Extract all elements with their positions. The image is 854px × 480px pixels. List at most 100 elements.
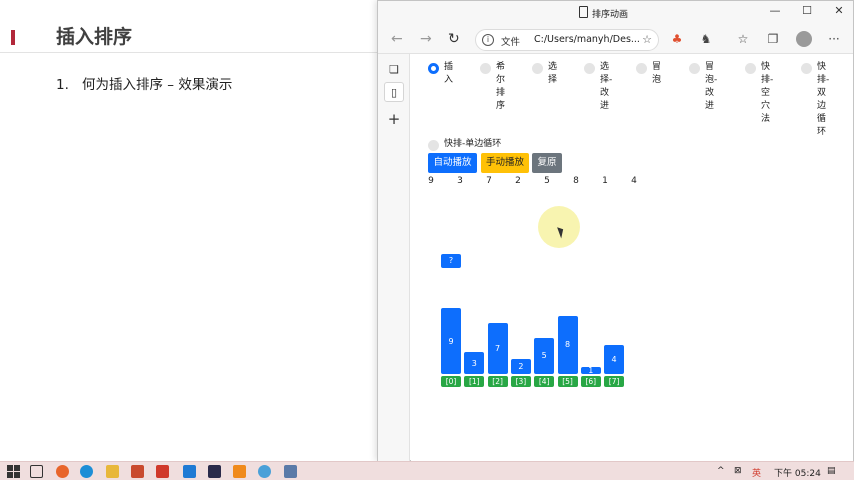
- search-app-icon[interactable]: [258, 465, 271, 478]
- index-label: [1]: [464, 376, 485, 387]
- radio-label: 选择: [548, 62, 558, 85]
- page-content: 插入 希尔排序 选择 选择-改进 冒泡 冒泡-改进 快排-空穴法 快排-双边循环…: [411, 54, 853, 461]
- radio-quick-hole[interactable]: 快排-空穴法: [745, 61, 774, 126]
- vlc-icon[interactable]: [233, 465, 246, 478]
- tray-app-icon[interactable]: ⊠: [734, 466, 742, 476]
- favorite-add-icon[interactable]: ☆: [642, 33, 652, 46]
- index-label: [4]: [534, 376, 555, 387]
- array-value: 2: [515, 176, 521, 186]
- firefox-icon[interactable]: [56, 465, 69, 478]
- radio-selection[interactable]: 选择: [532, 61, 558, 87]
- list-text: 何为插入排序 – 效果演示: [82, 77, 233, 93]
- bar-element: 1: [580, 366, 601, 375]
- radio-label: 希尔排序: [496, 62, 506, 111]
- clock[interactable]: 下午 05:24: [774, 466, 821, 479]
- manual-play-button[interactable]: 手动播放: [481, 153, 529, 173]
- radio-bubble[interactable]: 冒泡: [636, 61, 662, 87]
- index-label: [6]: [580, 376, 601, 387]
- calculator-icon[interactable]: [284, 465, 297, 478]
- radio-dot[interactable]: [428, 140, 439, 151]
- radio-dot[interactable]: [801, 63, 812, 74]
- bar-element: 9: [441, 308, 461, 374]
- browser-toolbar: ← → ↻ i 文件 C:/Users/manyh/Des... ☆ ♣ ♞ ☆…: [378, 26, 853, 54]
- info-icon[interactable]: i: [482, 34, 494, 46]
- address-url[interactable]: C:/Users/manyh/Des...: [534, 34, 640, 45]
- array-value: 3: [457, 176, 463, 186]
- reset-button[interactable]: 复原: [532, 153, 562, 173]
- radio-dot[interactable]: [480, 63, 491, 74]
- index-label: [7]: [604, 376, 625, 387]
- array-value: 5: [544, 176, 550, 186]
- bar-element: 8: [557, 315, 578, 374]
- radio-dot[interactable]: [689, 63, 700, 74]
- xmind-icon[interactable]: [156, 465, 169, 478]
- powerpoint-icon[interactable]: [131, 465, 144, 478]
- radio-selection-improved[interactable]: 选择-改进: [584, 61, 613, 113]
- radio-label: 冒泡-改进: [705, 62, 718, 111]
- profile-icon[interactable]: [796, 31, 812, 47]
- address-scheme-label: 文件: [501, 37, 521, 48]
- radio-insertion[interactable]: 插入: [428, 61, 454, 87]
- radio-dot[interactable]: [428, 63, 439, 74]
- radio-label: 选择-改进: [600, 62, 613, 111]
- index-label: [3]: [510, 376, 531, 387]
- tray-chevron-up-icon[interactable]: ^: [717, 466, 725, 476]
- address-bar[interactable]: i 文件 C:/Users/manyh/Des... ☆: [475, 29, 659, 51]
- window-title: 排序动画: [592, 10, 629, 20]
- radio-dot[interactable]: [745, 63, 756, 74]
- extension-icon[interactable]: ♣: [669, 32, 685, 46]
- tab-sort-animation[interactable]: ▯: [384, 82, 404, 102]
- radio-bubble-improved[interactable]: 冒泡-改进: [689, 61, 718, 113]
- favorites-icon[interactable]: ☆: [735, 32, 751, 46]
- radio-shell[interactable]: 希尔排序: [480, 61, 506, 113]
- slide-title: 插入排序: [56, 26, 133, 48]
- radio-dot[interactable]: [532, 63, 543, 74]
- radio-quick-double[interactable]: 快排-双边循环: [801, 61, 830, 139]
- tab-actions-icon[interactable]: ❏: [384, 60, 404, 80]
- screen: 插入排序 1. 何为插入排序 – 效果演示 排序动画 — ☐ ✕ ← → ↻ i …: [0, 0, 854, 480]
- array-value: 7: [486, 176, 492, 186]
- radio-dot[interactable]: [636, 63, 647, 74]
- page-icon: [579, 6, 588, 18]
- evernote-icon[interactable]: ♞: [698, 32, 714, 46]
- maximize-button[interactable]: ☐: [796, 4, 818, 17]
- collections-icon[interactable]: ❐: [765, 32, 781, 46]
- edge-icon[interactable]: [80, 465, 93, 478]
- radio-label: 插入: [444, 62, 454, 85]
- intellij-icon[interactable]: [208, 465, 221, 478]
- browser-window: 排序动画 — ☐ ✕ ← → ↻ i 文件 C:/Users/manyh/Des…: [377, 0, 854, 461]
- taskbar: ^ ⊠ 英 下午 05:24 ▤: [0, 461, 854, 480]
- vertical-tabs-panel: ❏ ▯ +: [378, 54, 410, 461]
- bar-element: 3: [464, 352, 485, 374]
- windows-start-icon[interactable]: [7, 465, 20, 478]
- radio-label: 快排-双边循环: [817, 62, 830, 137]
- close-button[interactable]: ✕: [828, 4, 850, 17]
- radio-label: 冒泡: [652, 62, 662, 85]
- bar-element: 2: [510, 359, 531, 374]
- new-tab-button[interactable]: +: [384, 109, 404, 129]
- index-label: [2]: [487, 376, 508, 387]
- minimize-button[interactable]: —: [764, 4, 786, 17]
- radio-label: 快排-空穴法: [761, 62, 774, 124]
- file-explorer-icon[interactable]: [106, 465, 119, 478]
- refresh-icon[interactable]: ↻: [448, 31, 460, 47]
- list-number: 1.: [56, 77, 69, 93]
- array-value: 9: [428, 176, 434, 186]
- array-value: 4: [631, 176, 637, 186]
- array-value: 8: [573, 176, 579, 186]
- radio-quick-single[interactable]: 快排-单边循环: [428, 138, 501, 151]
- notification-icon[interactable]: ▤: [827, 466, 836, 476]
- auto-play-button[interactable]: 自动播放: [428, 153, 477, 173]
- task-view-icon[interactable]: [30, 465, 43, 478]
- title-accent-bar: [11, 30, 15, 45]
- input-method-icon[interactable]: 英: [752, 466, 761, 479]
- title-bar: 排序动画 — ☐ ✕: [378, 1, 853, 26]
- vscode-icon[interactable]: [183, 465, 196, 478]
- more-icon[interactable]: ···: [826, 32, 842, 46]
- bar-element: 4: [604, 344, 625, 374]
- bar-element: 5: [534, 337, 555, 374]
- radio-dot[interactable]: [584, 63, 595, 74]
- array-value: 1: [602, 176, 608, 186]
- forward-icon[interactable]: →: [420, 31, 432, 47]
- back-icon[interactable]: ←: [391, 31, 403, 47]
